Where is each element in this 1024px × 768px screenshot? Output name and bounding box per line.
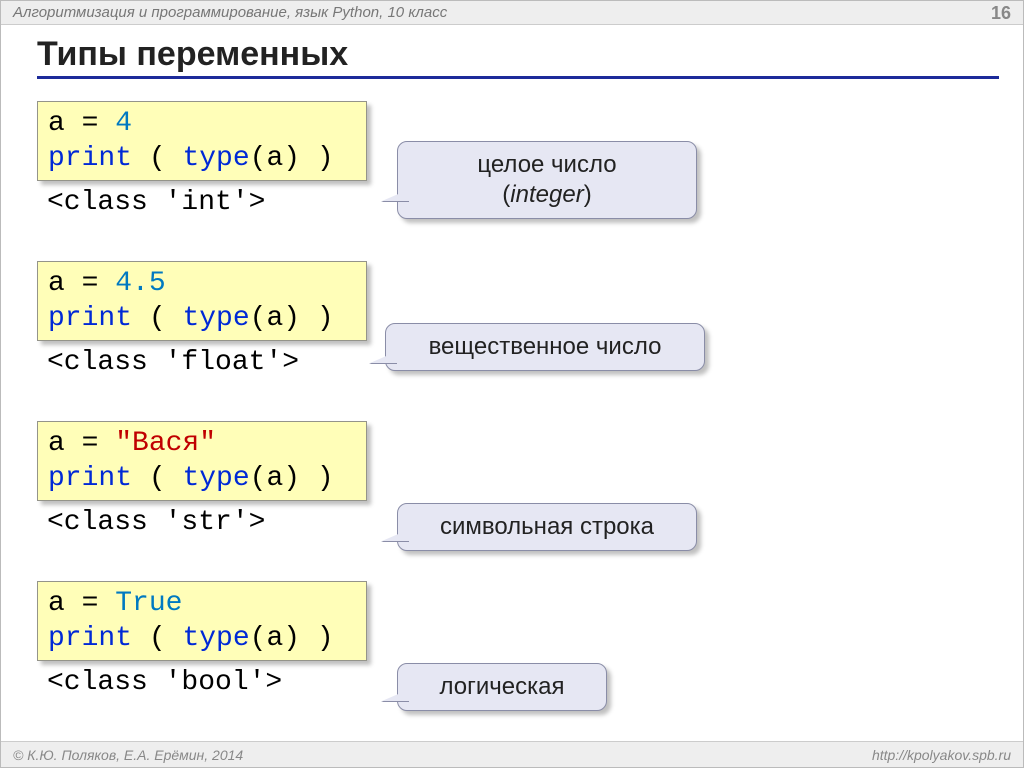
code-line-assign: a = 4.5	[48, 266, 356, 301]
bubble-tail-icon	[382, 689, 410, 701]
code-box: a = Trueprint ( type(a) )	[37, 581, 367, 661]
page-title: Типы переменных	[37, 35, 999, 79]
bubble-line: (integer)	[416, 180, 678, 210]
bubble-tail-icon	[370, 351, 398, 363]
slide-header: Алгоритмизация и программирование, язык …	[1, 1, 1023, 25]
annotation-bubble: вещественное число	[385, 323, 705, 371]
annotation-bubble: логическая	[397, 663, 607, 711]
code-box: a = 4.5print ( type(a) )	[37, 261, 367, 341]
annotation-bubble: символьная строка	[397, 503, 697, 551]
bubble-line: логическая	[416, 672, 588, 702]
copyright: © К.Ю. Поляков, Е.А. Ерёмин, 2014	[13, 747, 243, 763]
slide-footer: © К.Ю. Поляков, Е.А. Ерёмин, 2014 http:/…	[1, 741, 1023, 767]
bubble-tail-icon	[382, 529, 410, 541]
bubble-line: вещественное число	[404, 332, 686, 362]
page-number: 16	[991, 1, 1011, 25]
code-line-assign: a = True	[48, 586, 356, 621]
code-box: a = 4print ( type(a) )	[37, 101, 367, 181]
code-line-assign: a = "Вася"	[48, 426, 356, 461]
content-area: a = 4print ( type(a) )<class 'int'>целое…	[37, 91, 999, 737]
output-text: <class 'int'>	[47, 187, 265, 218]
output-text: <class 'str'>	[47, 507, 265, 538]
code-line-print: print ( type(a) )	[48, 621, 356, 656]
subject-label: Алгоритмизация и программирование, язык …	[13, 4, 447, 21]
output-text: <class 'bool'>	[47, 667, 282, 698]
bubble-line: символьная строка	[416, 512, 678, 542]
footer-url: http://kpolyakov.spb.ru	[872, 742, 1011, 768]
code-line-print: print ( type(a) )	[48, 141, 356, 176]
output-text: <class 'float'>	[47, 347, 299, 378]
bubble-line: целое число	[416, 150, 678, 180]
code-box: a = "Вася"print ( type(a) )	[37, 421, 367, 501]
code-line-print: print ( type(a) )	[48, 301, 356, 336]
annotation-bubble: целое число(integer)	[397, 141, 697, 219]
code-line-print: print ( type(a) )	[48, 461, 356, 496]
code-line-assign: a = 4	[48, 106, 356, 141]
bubble-tail-icon	[382, 189, 410, 201]
